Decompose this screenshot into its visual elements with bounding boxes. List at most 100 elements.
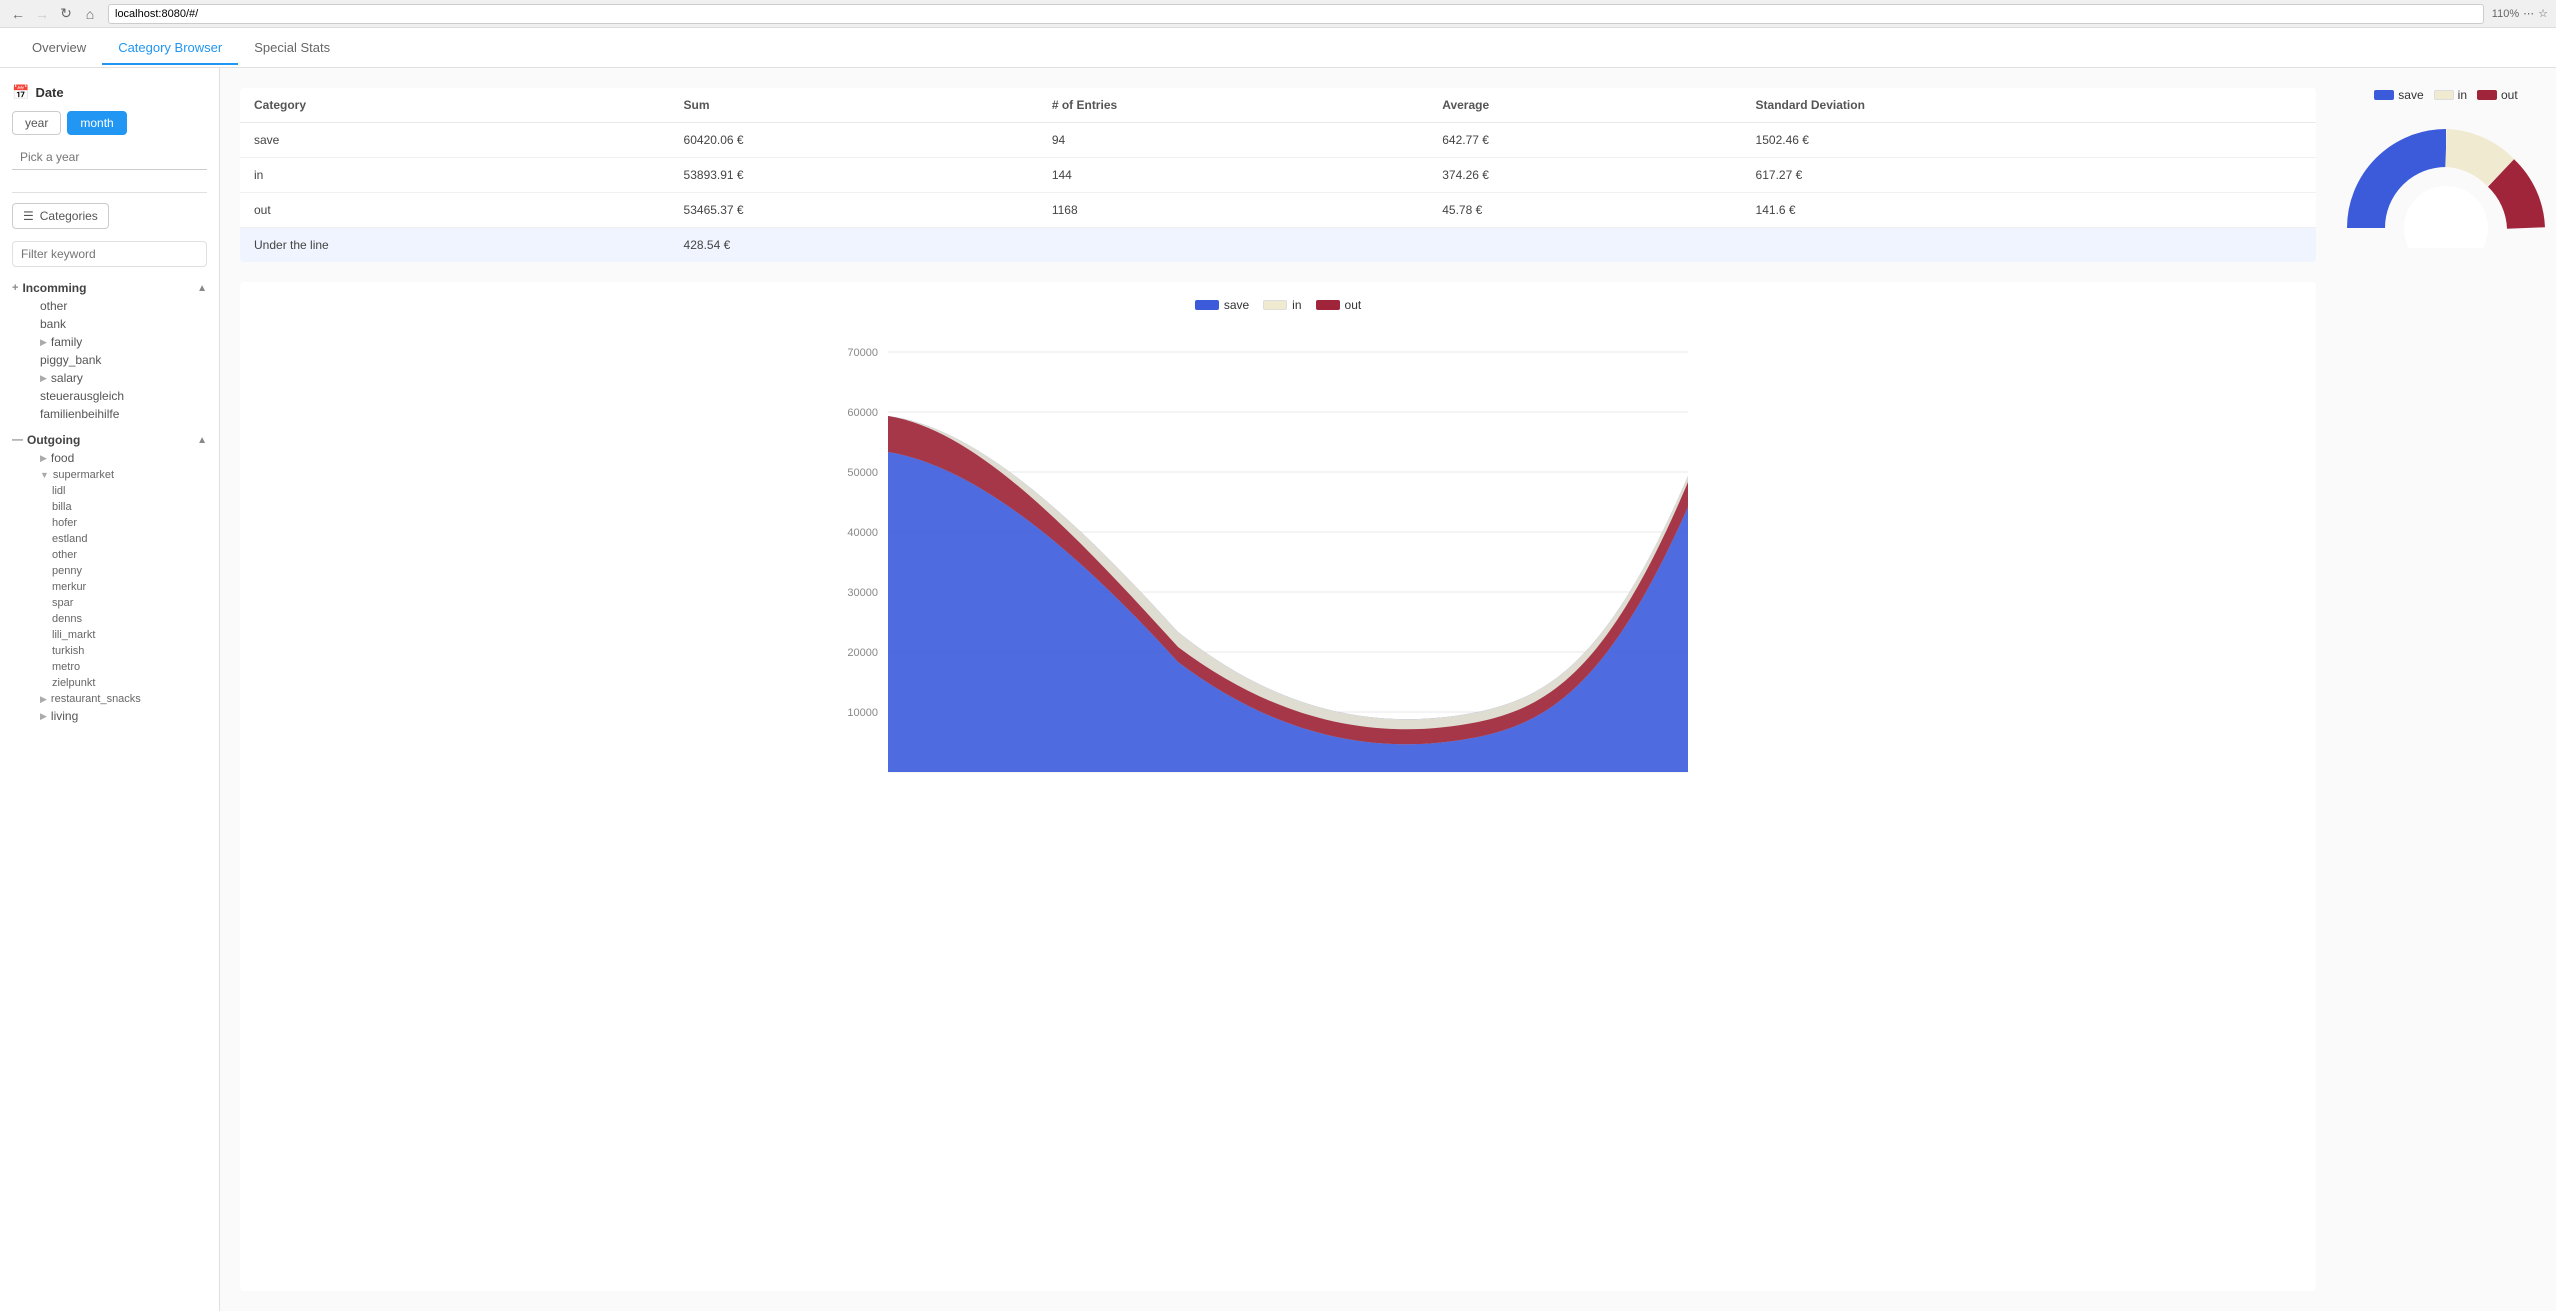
cell-category-save: save — [240, 123, 670, 158]
browser-toolbar-right: 110% ⋯ ☆ — [2492, 7, 2548, 20]
cell-sum-underline: 428.54 € — [670, 228, 1038, 263]
outgoing-header[interactable]: — Outgoing ▲ — [12, 431, 207, 449]
address-bar[interactable] — [108, 4, 2484, 24]
right-panel: save in out — [2336, 68, 2556, 1311]
living-arrow: ▶ — [40, 711, 47, 722]
sidebar-item-bank[interactable]: bank — [24, 315, 207, 333]
legend-dot-in — [1263, 300, 1287, 310]
legend-item-in: in — [1263, 298, 1301, 312]
salary-arrow: ▶ — [40, 373, 47, 384]
tab-category-browser[interactable]: Category Browser — [102, 32, 238, 65]
bookmark-icon[interactable]: ☆ — [2538, 7, 2548, 20]
table-row: in 53893.91 € 144 374.26 € 617.27 € — [240, 158, 2316, 193]
svg-text:30000: 30000 — [847, 587, 878, 599]
sidebar-item-merkur[interactable]: merkur — [24, 579, 207, 595]
cell-entries-out: 1168 — [1038, 193, 1428, 228]
food-arrow: ▶ — [40, 453, 47, 464]
cell-entries-save: 94 — [1038, 123, 1428, 158]
sidebar-item-living[interactable]: ▶ living — [24, 707, 207, 725]
donut-dot-in — [2434, 90, 2454, 100]
cell-std-underline — [1742, 228, 2316, 263]
sidebar-item-supermarket[interactable]: ▼ supermarket — [24, 467, 207, 483]
sidebar-item-steuerausgleich[interactable]: steuerausgleich — [24, 387, 207, 405]
year-button[interactable]: year — [12, 111, 61, 135]
sidebar-item-zielpunkt[interactable]: zielpunkt — [24, 675, 207, 691]
cell-avg-save: 642.77 € — [1428, 123, 1741, 158]
legend-label-save: save — [1224, 298, 1249, 312]
categories-icon: ☰ — [23, 209, 34, 223]
summary-table: Category Sum # of Entries Average Standa… — [240, 88, 2316, 262]
tab-special-stats[interactable]: Special Stats — [238, 32, 346, 65]
home-button[interactable]: ⌂ — [80, 4, 100, 24]
browser-menu[interactable]: ⋯ — [2523, 7, 2534, 20]
cell-sum-in: 53893.91 € — [670, 158, 1038, 193]
reload-button[interactable]: ↻ — [56, 4, 76, 24]
svg-text:20000: 20000 — [847, 647, 878, 659]
sidebar-item-denns[interactable]: denns — [24, 611, 207, 627]
sidebar-item-salary[interactable]: ▶ salary — [24, 369, 207, 387]
chart-legend: save in out — [256, 298, 2300, 312]
sidebar-item-piggy-bank[interactable]: piggy_bank — [24, 351, 207, 369]
sidebar-item-lidl[interactable]: lidl — [24, 483, 207, 499]
sidebar-item-turkish[interactable]: turkish — [24, 643, 207, 659]
donut-dot-save — [2374, 90, 2394, 100]
cell-std-save: 1502.46 € — [1742, 123, 2316, 158]
tab-overview[interactable]: Overview — [16, 32, 102, 65]
col-header-entries: # of Entries — [1038, 88, 1428, 123]
svg-text:40000: 40000 — [847, 527, 878, 539]
sidebar-item-spar[interactable]: spar — [24, 595, 207, 611]
legend-item-save: save — [1195, 298, 1249, 312]
sidebar-item-other-incoming[interactable]: other — [24, 297, 207, 315]
col-header-std-dev: Standard Deviation — [1742, 88, 2316, 123]
month-button[interactable]: month — [67, 111, 126, 135]
sidebar-item-hofer[interactable]: hofer — [24, 515, 207, 531]
incomming-group: + Incomming ▲ other bank ▶ family piggy_… — [12, 279, 207, 423]
sidebar-item-restaurant-snacks[interactable]: ▶ restaurant_snacks — [24, 691, 207, 707]
svg-text:70000: 70000 — [847, 347, 878, 359]
outgoing-items: ▶ food ▼ supermarket lidl billa hofer es… — [12, 449, 207, 725]
legend-label-out: out — [1345, 298, 1362, 312]
categories-button[interactable]: ☰ Categories — [12, 203, 109, 229]
divider-1 — [12, 192, 207, 193]
sidebar-item-familienbeihilfe[interactable]: familienbeihilfe — [24, 405, 207, 423]
donut-label-out: out — [2501, 88, 2518, 102]
donut-legend-in: in — [2434, 88, 2467, 102]
forward-button[interactable]: → — [32, 4, 52, 24]
donut-legend: save in out — [2374, 88, 2517, 102]
col-header-category: Category — [240, 88, 670, 123]
date-buttons: year month — [12, 111, 207, 135]
svg-text:10000: 10000 — [847, 707, 878, 719]
sidebar-item-lili-markt[interactable]: lili_markt — [24, 627, 207, 643]
cell-category-in: in — [240, 158, 670, 193]
sidebar: 📅 Date year month ☰ Categories + Incommi… — [0, 68, 220, 1311]
donut-label-in: in — [2458, 88, 2467, 102]
sidebar-item-food[interactable]: ▶ food — [24, 449, 207, 467]
incomming-header[interactable]: + Incomming ▲ — [12, 279, 207, 297]
main-layout: 📅 Date year month ☰ Categories + Incommi… — [0, 68, 2556, 1311]
restaurant-arrow: ▶ — [40, 694, 47, 705]
date-section-title: 📅 Date — [12, 84, 207, 101]
back-button[interactable]: ← — [8, 4, 28, 24]
sidebar-item-other-supermarket[interactable]: other — [24, 547, 207, 563]
incomming-expand-icon: + — [12, 282, 18, 294]
sidebar-item-penny[interactable]: penny — [24, 563, 207, 579]
year-input[interactable] — [12, 145, 207, 170]
area-chart-svg: 70000 60000 50000 40000 30000 20000 1000… — [256, 322, 2300, 802]
outgoing-group: — Outgoing ▲ ▶ food ▼ supermarket lidl b… — [12, 431, 207, 725]
calendar-icon: 📅 — [12, 84, 29, 101]
filter-input[interactable] — [12, 241, 207, 267]
donut-chart-svg — [2346, 118, 2546, 248]
legend-label-in: in — [1292, 298, 1301, 312]
sidebar-item-billa[interactable]: billa — [24, 499, 207, 515]
cell-entries-underline — [1038, 228, 1428, 263]
cell-sum-out: 53465.37 € — [670, 193, 1038, 228]
app-tabs: Overview Category Browser Special Stats — [0, 28, 2556, 68]
donut-legend-out: out — [2477, 88, 2518, 102]
outgoing-collapse-icon: ▲ — [197, 435, 207, 446]
sidebar-item-family[interactable]: ▶ family — [24, 333, 207, 351]
sidebar-item-estland[interactable]: estland — [24, 531, 207, 547]
content-area: Category Sum # of Entries Average Standa… — [220, 68, 2336, 1311]
svg-text:60000: 60000 — [847, 407, 878, 419]
sidebar-item-metro[interactable]: metro — [24, 659, 207, 675]
table-row: out 53465.37 € 1168 45.78 € 141.6 € — [240, 193, 2316, 228]
